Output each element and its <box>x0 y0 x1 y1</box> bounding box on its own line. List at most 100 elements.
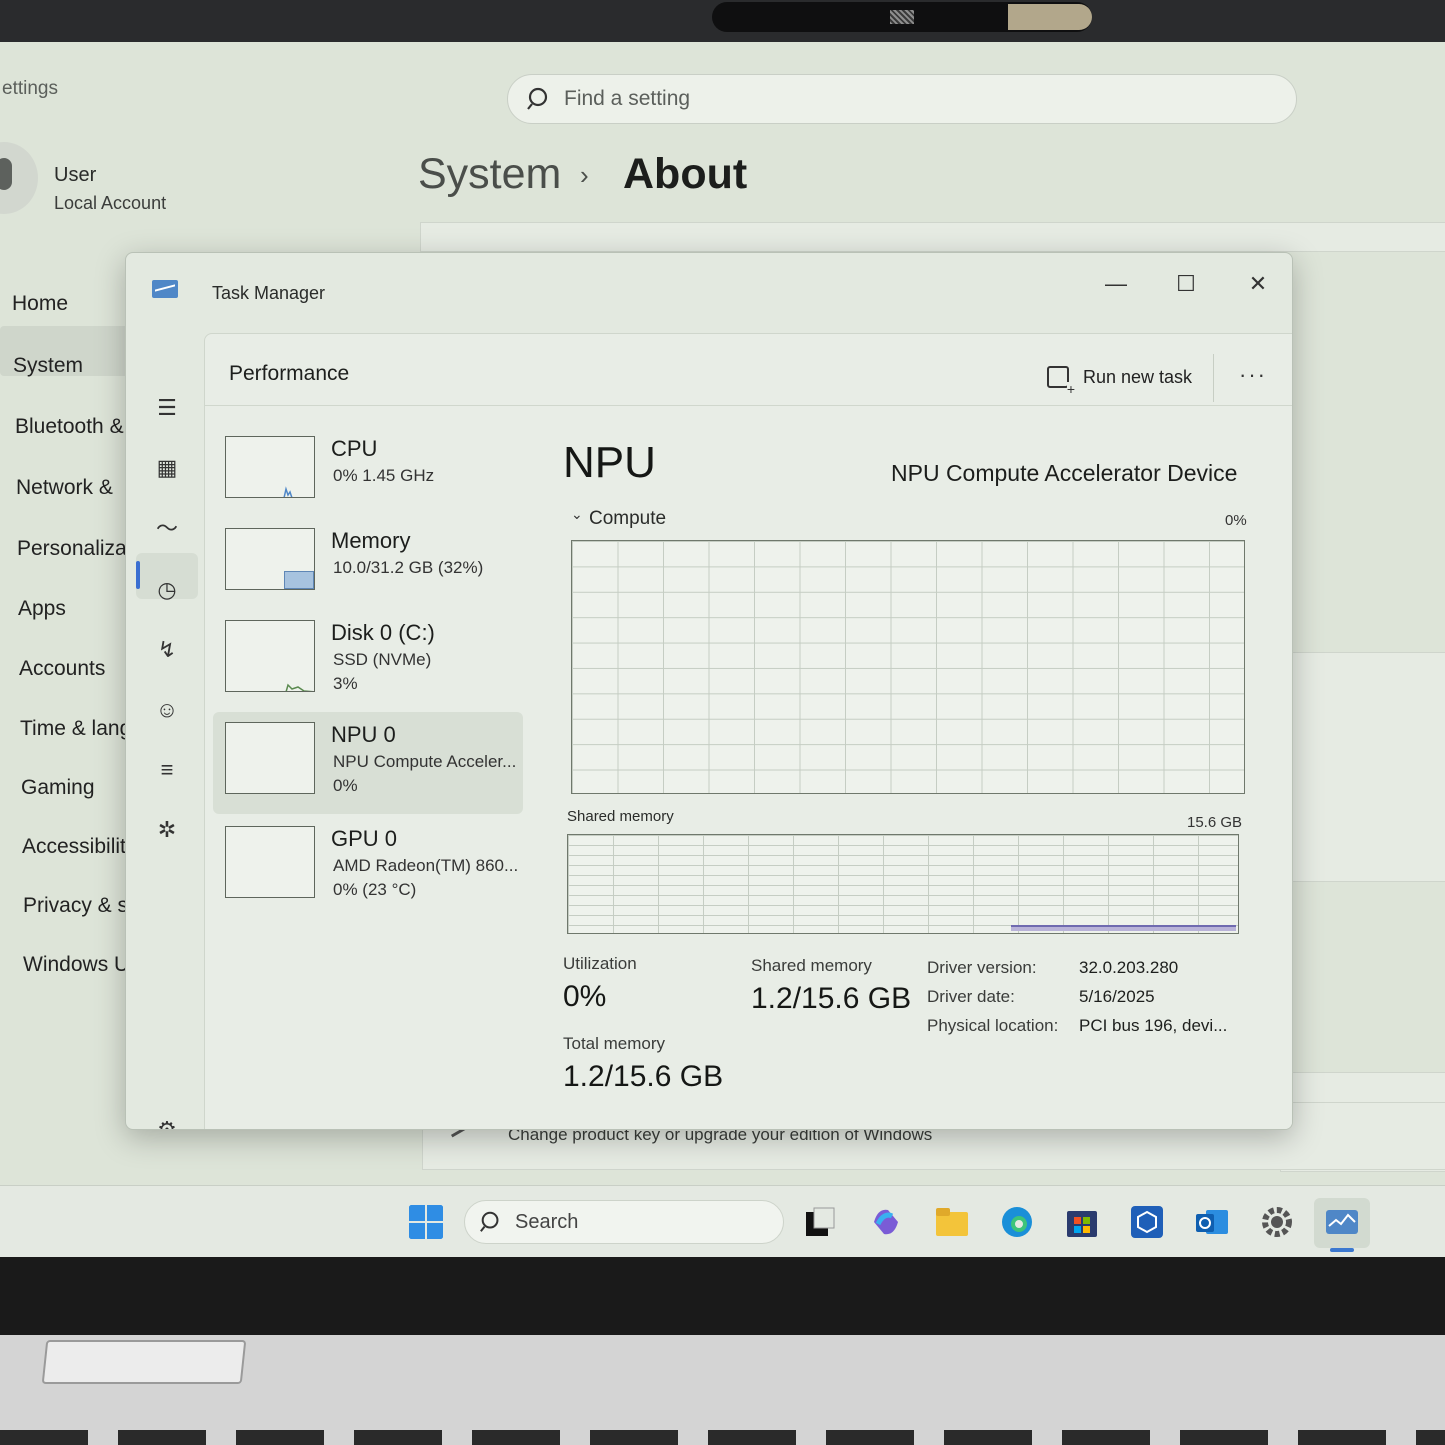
services-icon[interactable]: ✲ <box>152 815 182 845</box>
user-avatar[interactable] <box>0 142 38 214</box>
compute-graph <box>571 540 1245 794</box>
settings-search-box[interactable]: Find a setting <box>507 74 1297 124</box>
cpu-sparkline <box>283 486 293 497</box>
resource-cpu[interactable]: CPU 0% 1.45 GHz <box>213 426 523 522</box>
panel-header: Performance Run new task ··· <box>205 334 1292 406</box>
cpu-thumbnail-graph <box>225 436 315 498</box>
gpu-thumbnail-graph <box>225 826 315 898</box>
resource-usage: 3% <box>333 674 358 693</box>
nav-item-privacy[interactable]: Privacy & se <box>23 894 140 918</box>
taskbar-search-label: Search <box>515 1210 579 1233</box>
nav-item-gaming[interactable]: Gaming <box>21 776 95 800</box>
startup-apps-icon[interactable]: ↯ <box>152 635 182 665</box>
resource-detail: AMD Radeon(TM) 860... <box>333 856 519 875</box>
laptop-bottom-bezel <box>0 1257 1445 1335</box>
nav-item-windows-update[interactable]: Windows Up <box>23 953 141 977</box>
detail-device-name: NPU Compute Accelerator Device <box>891 460 1238 486</box>
app-history-icon[interactable]: ◷ <box>152 575 182 605</box>
memory-thumbnail-graph <box>225 528 315 590</box>
active-app-indicator <box>1330 1248 1354 1252</box>
privacy-shutter <box>1008 4 1092 30</box>
compute-dropdown[interactable]: Compute <box>589 508 666 530</box>
keyboard-edge <box>0 1430 1445 1445</box>
memory-usage-fill <box>284 571 314 589</box>
resource-usage: 0% (23 °C) <box>333 880 417 899</box>
nav-item-system[interactable]: System <box>13 354 83 378</box>
start-icon[interactable] <box>408 1204 444 1240</box>
run-new-task-label: Run new task <box>1083 366 1193 387</box>
resource-name: Disk 0 (C:) <box>331 620 435 645</box>
3d-app-icon[interactable] <box>1129 1204 1165 1240</box>
maximize-icon[interactable]: ☐ <box>1166 271 1206 297</box>
processes-icon[interactable]: ▦ <box>152 453 182 483</box>
npu-thumbnail-graph <box>225 722 315 794</box>
task-view-icon[interactable] <box>802 1204 838 1240</box>
taskbar-search-box[interactable]: Search <box>464 1200 784 1244</box>
copilot-icon[interactable] <box>868 1204 904 1240</box>
resource-name: CPU <box>331 436 378 461</box>
user-account-type: Local Account <box>54 193 167 213</box>
settings-gear-icon[interactable]: ⚙ <box>152 1115 182 1129</box>
resource-detail: 0% 1.45 GHz <box>333 466 435 485</box>
task-manager-window: Task Manager — ☐ ✕ ☰ ▦ 〜 ◷ ↯ ☺ ≡ ✲ ⚙ Per… <box>125 252 1293 1130</box>
minimize-icon[interactable]: — <box>1096 271 1136 297</box>
nav-item-apps[interactable]: Apps <box>18 597 66 621</box>
rail-selected-indicator <box>136 561 140 589</box>
utilization-label: Utilization <box>563 954 637 973</box>
run-new-task-button[interactable]: Run new task <box>1047 366 1193 396</box>
total-memory-label: Total memory <box>563 1034 666 1053</box>
resource-gpu[interactable]: GPU 0 AMD Radeon(TM) 860... 0% (23 °C) <box>213 816 523 912</box>
shared-memory-usage-line <box>1011 925 1236 931</box>
performance-icon[interactable]: 〜 <box>152 514 182 544</box>
breadcrumb-about: About <box>623 150 748 198</box>
breadcrumb-separator: › <box>580 160 589 190</box>
webcam-bar <box>712 2 1092 32</box>
outlook-icon[interactable] <box>1194 1204 1230 1240</box>
nav-item-personalization[interactable]: Personalizat <box>17 537 133 561</box>
nav-item-time-language[interactable]: Time & lang <box>20 717 131 741</box>
physical-location-value: PCI bus 196, devi... <box>1079 1016 1228 1035</box>
driver-date-label: Driver date: <box>927 987 1015 1006</box>
settings-icon[interactable] <box>1259 1204 1295 1240</box>
photo-frame: ettings Find a setting User Local Accoun… <box>0 0 1445 1445</box>
edge-icon[interactable] <box>999 1204 1035 1240</box>
resource-usage: 0% <box>333 776 358 795</box>
laptop-hinge <box>41 1340 247 1384</box>
details-icon[interactable]: ≡ <box>152 755 182 785</box>
task-manager-app-icon <box>152 280 178 298</box>
driver-version-value: 32.0.203.280 <box>1079 958 1179 977</box>
nav-item-network[interactable]: Network & <box>16 476 113 500</box>
screen: ettings Find a setting User Local Accoun… <box>0 42 1445 1257</box>
shared-memory-graph-label: Shared memory <box>567 808 674 825</box>
resource-name: NPU 0 <box>331 722 396 747</box>
nav-item-accessibility[interactable]: Accessibility <box>22 835 136 859</box>
search-icon <box>527 87 548 110</box>
nav-item-accounts[interactable]: Accounts <box>19 657 105 681</box>
about-card-right <box>1280 652 1445 882</box>
nav-item-home[interactable]: Home <box>12 292 68 316</box>
hamburger-menu-icon[interactable]: ☰ <box>152 393 182 423</box>
chevron-down-icon[interactable]: ⌄ <box>571 506 583 523</box>
resource-detail: 10.0/31.2 GB (32%) <box>333 558 484 577</box>
utilization-value: 0% <box>563 980 607 1013</box>
store-icon[interactable] <box>1064 1204 1100 1240</box>
more-options-icon[interactable]: ··· <box>1239 362 1267 388</box>
disk-sparkline <box>285 683 314 691</box>
close-icon[interactable]: ✕ <box>1238 271 1278 297</box>
resource-memory[interactable]: Memory 10.0/31.2 GB (32%) <box>213 518 523 614</box>
resource-npu[interactable]: NPU 0 NPU Compute Acceler... 0% <box>213 712 523 814</box>
file-explorer-icon[interactable] <box>934 1204 970 1240</box>
resource-name: GPU 0 <box>331 826 398 851</box>
task-manager-icon[interactable] <box>1324 1204 1360 1240</box>
users-icon[interactable]: ☺ <box>152 695 182 725</box>
driver-version-label: Driver version: <box>927 958 1037 977</box>
taskbar: Search <box>0 1185 1445 1257</box>
nav-item-bluetooth[interactable]: Bluetooth & <box>15 415 124 439</box>
window-title: Task Manager <box>212 283 326 303</box>
breadcrumb-system[interactable]: System <box>418 150 561 199</box>
settings-app-title: ettings <box>2 78 58 99</box>
resource-disk[interactable]: Disk 0 (C:) SSD (NVMe) 3% <box>213 610 523 706</box>
run-task-icon <box>1047 366 1075 396</box>
hand-cursor-icon: ☝ <box>573 1124 590 1129</box>
shared-memory-stat-label: Shared memory <box>751 956 872 975</box>
